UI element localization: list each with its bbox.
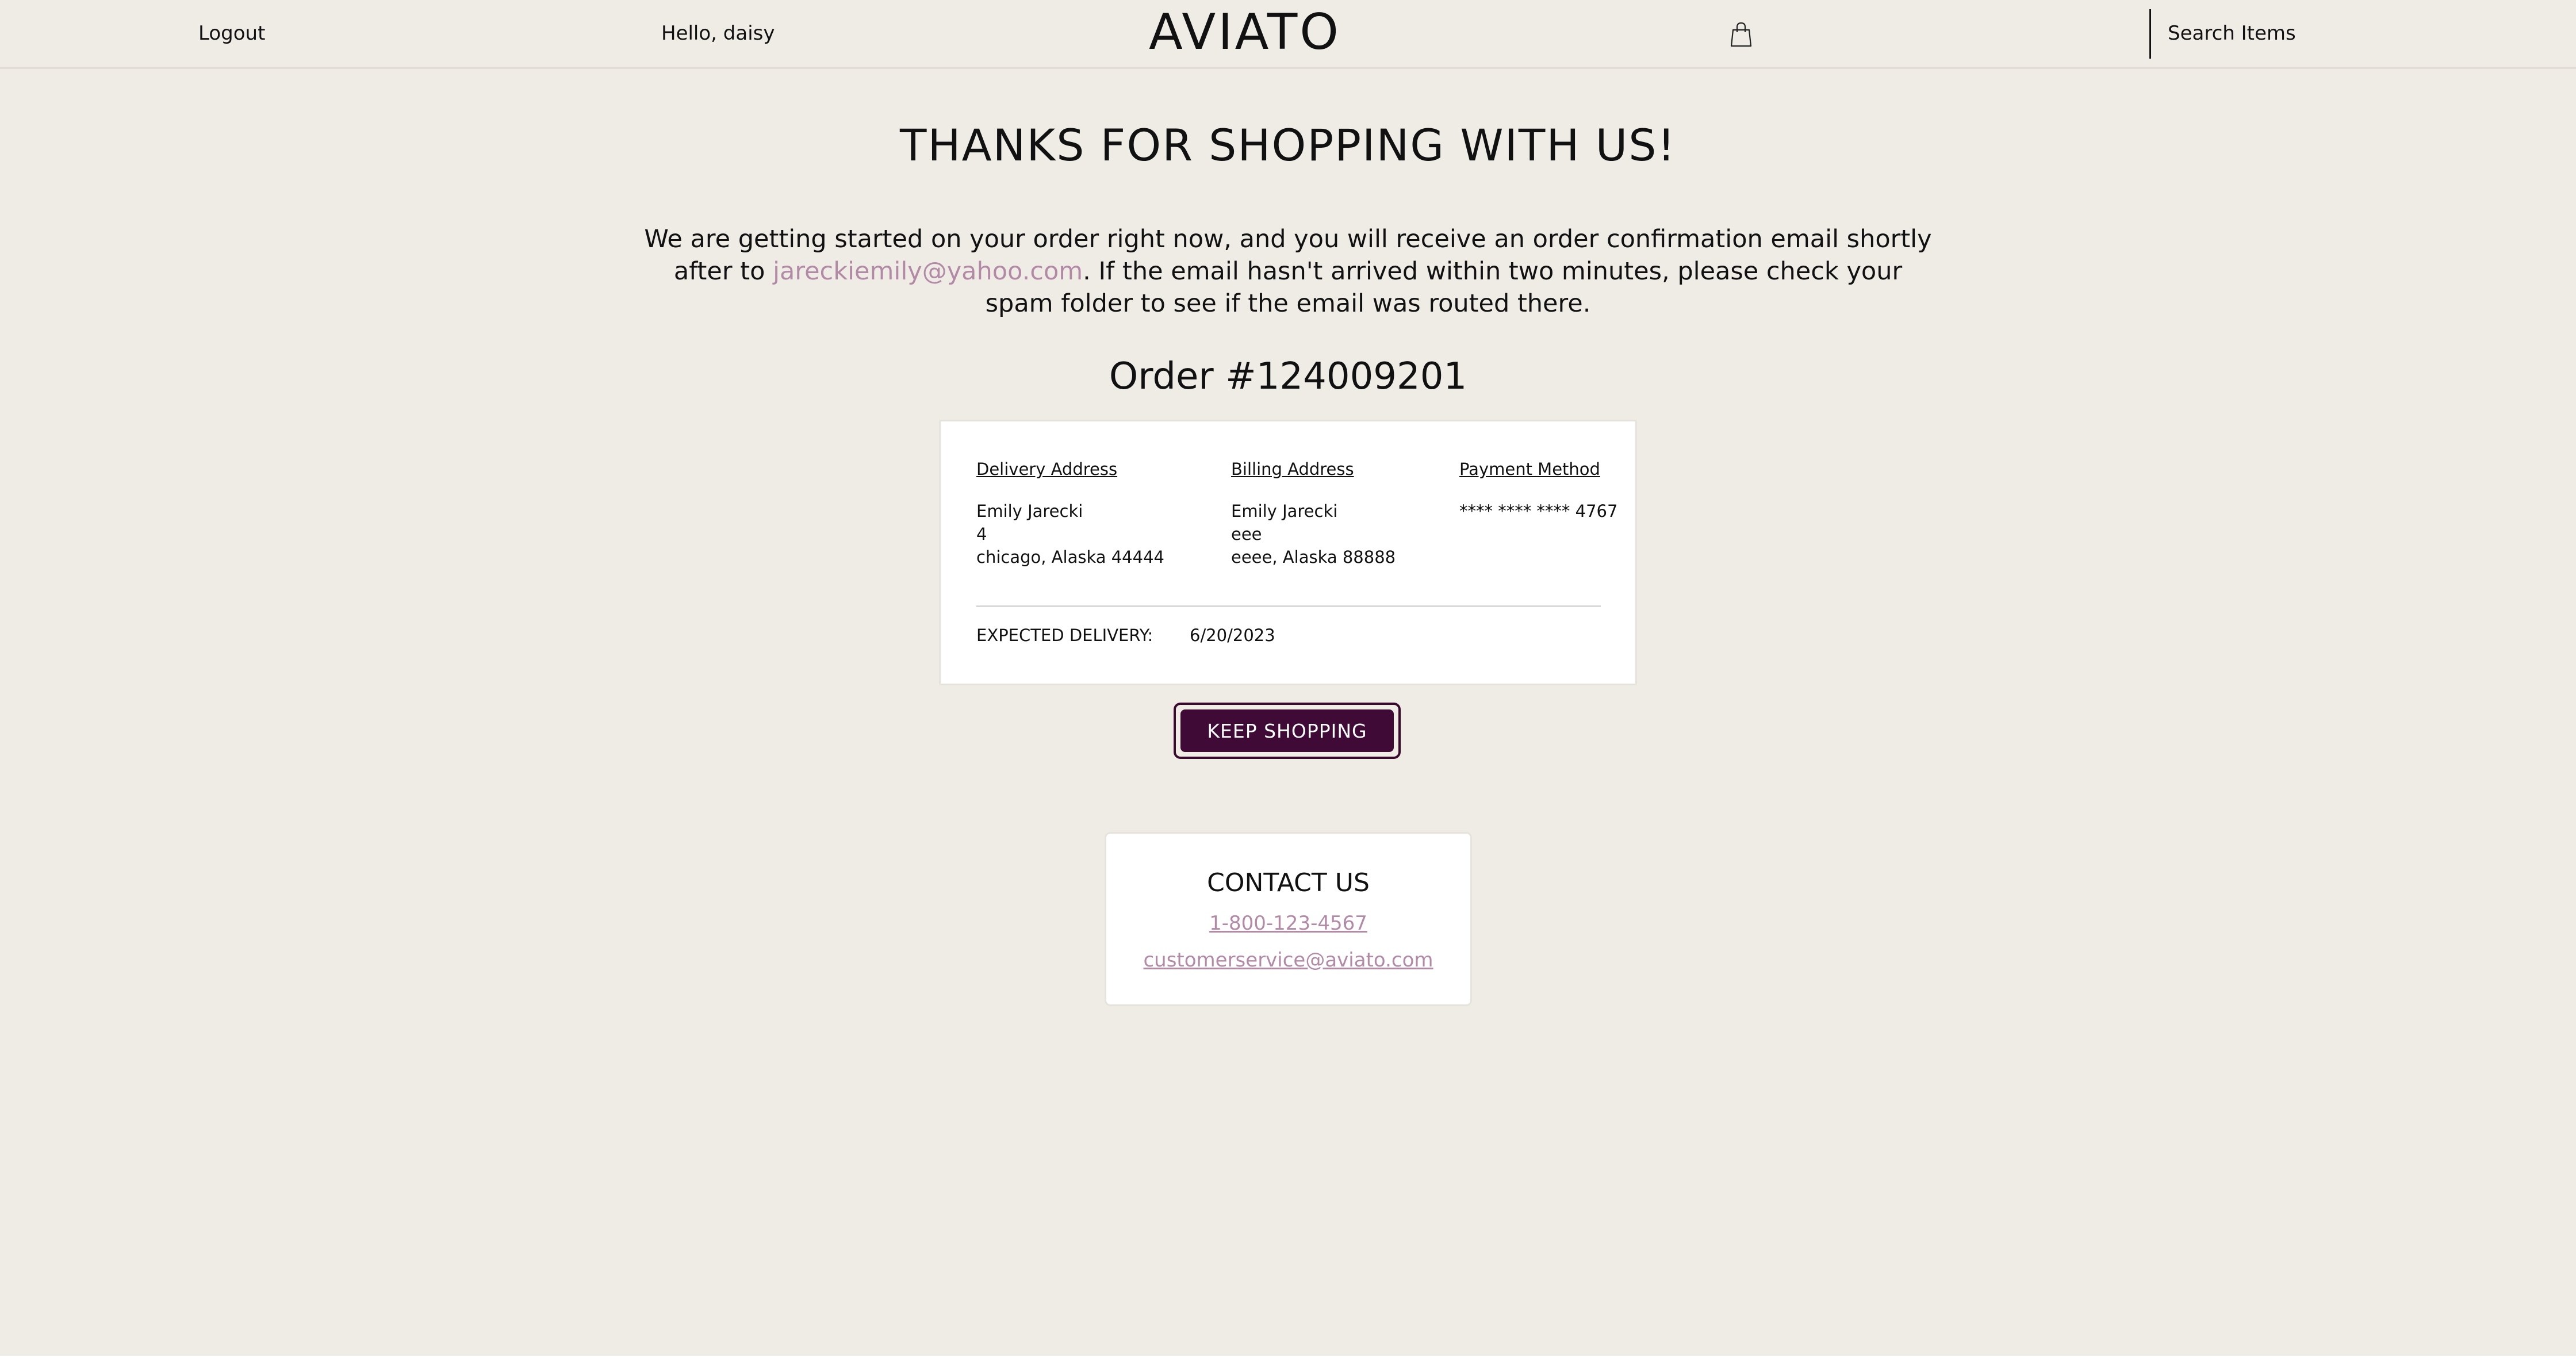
delivery-name: Emily Jarecki <box>976 501 1083 521</box>
delivery-address: Emily Jarecki 4 chicago, Alaska 44444 <box>976 500 1164 569</box>
thanks-heading: THANKS FOR SHOPPING WITH US! <box>900 120 1676 171</box>
expected-delivery-date: 6/20/2023 <box>1190 626 1275 645</box>
payment-method: **** **** **** 4767 <box>1459 500 1617 523</box>
card-divider <box>976 605 1601 607</box>
contact-us-title: CONTACT US <box>1207 868 1370 897</box>
delivery-city: chicago, Alaska 44444 <box>976 547 1164 567</box>
payment-card-number: **** **** **** 4767 <box>1459 501 1618 521</box>
billing-name: Emily Jarecki <box>1231 501 1338 521</box>
search-divider <box>2149 9 2151 59</box>
page-bottom-edge <box>0 1356 2576 1358</box>
search-input[interactable]: Search Items <box>2168 22 2296 45</box>
billing-city: eeee, Alaska 88888 <box>1231 547 1396 567</box>
keep-shopping-label: KEEP SHOPPING <box>1180 709 1394 752</box>
order-summary-card: Delivery Address Emily Jarecki 4 chicago… <box>939 420 1637 685</box>
customer-email-link[interactable]: jareckiemily@yahoo.com <box>773 257 1083 286</box>
top-navbar: Logout Hello, daisy AVIATO Search Items <box>0 0 2576 69</box>
message-text-after: . If the email hasn't arrived within two… <box>985 257 1903 318</box>
contact-phone-link[interactable]: 1-800-123-4567 <box>1106 912 1470 935</box>
billing-address-heading: Billing Address <box>1231 459 1354 479</box>
user-greeting: Hello, daisy <box>661 22 775 45</box>
expected-delivery-label: EXPECTED DELIVERY: <box>976 626 1153 645</box>
shopping-bag-icon[interactable] <box>1730 22 1753 47</box>
site-logo[interactable]: AVIATO <box>1127 3 1363 61</box>
contact-us-card: CONTACT US 1-800-123-4567 customerservic… <box>1105 832 1472 1006</box>
confirmation-message: We are getting started on your order rig… <box>638 223 1938 320</box>
contact-email-link[interactable]: customerservice@aviato.com <box>1106 949 1470 972</box>
billing-address: Emily Jarecki eee eeee, Alaska 88888 <box>1231 500 1396 569</box>
delivery-street: 4 <box>976 524 987 544</box>
logout-link[interactable]: Logout <box>198 22 265 45</box>
keep-shopping-button[interactable]: KEEP SHOPPING <box>1174 703 1401 759</box>
billing-street: eee <box>1231 524 1262 544</box>
order-number-heading: Order #124009201 <box>1109 355 1467 398</box>
delivery-address-heading: Delivery Address <box>976 459 1118 479</box>
payment-method-heading: Payment Method <box>1459 459 1600 479</box>
